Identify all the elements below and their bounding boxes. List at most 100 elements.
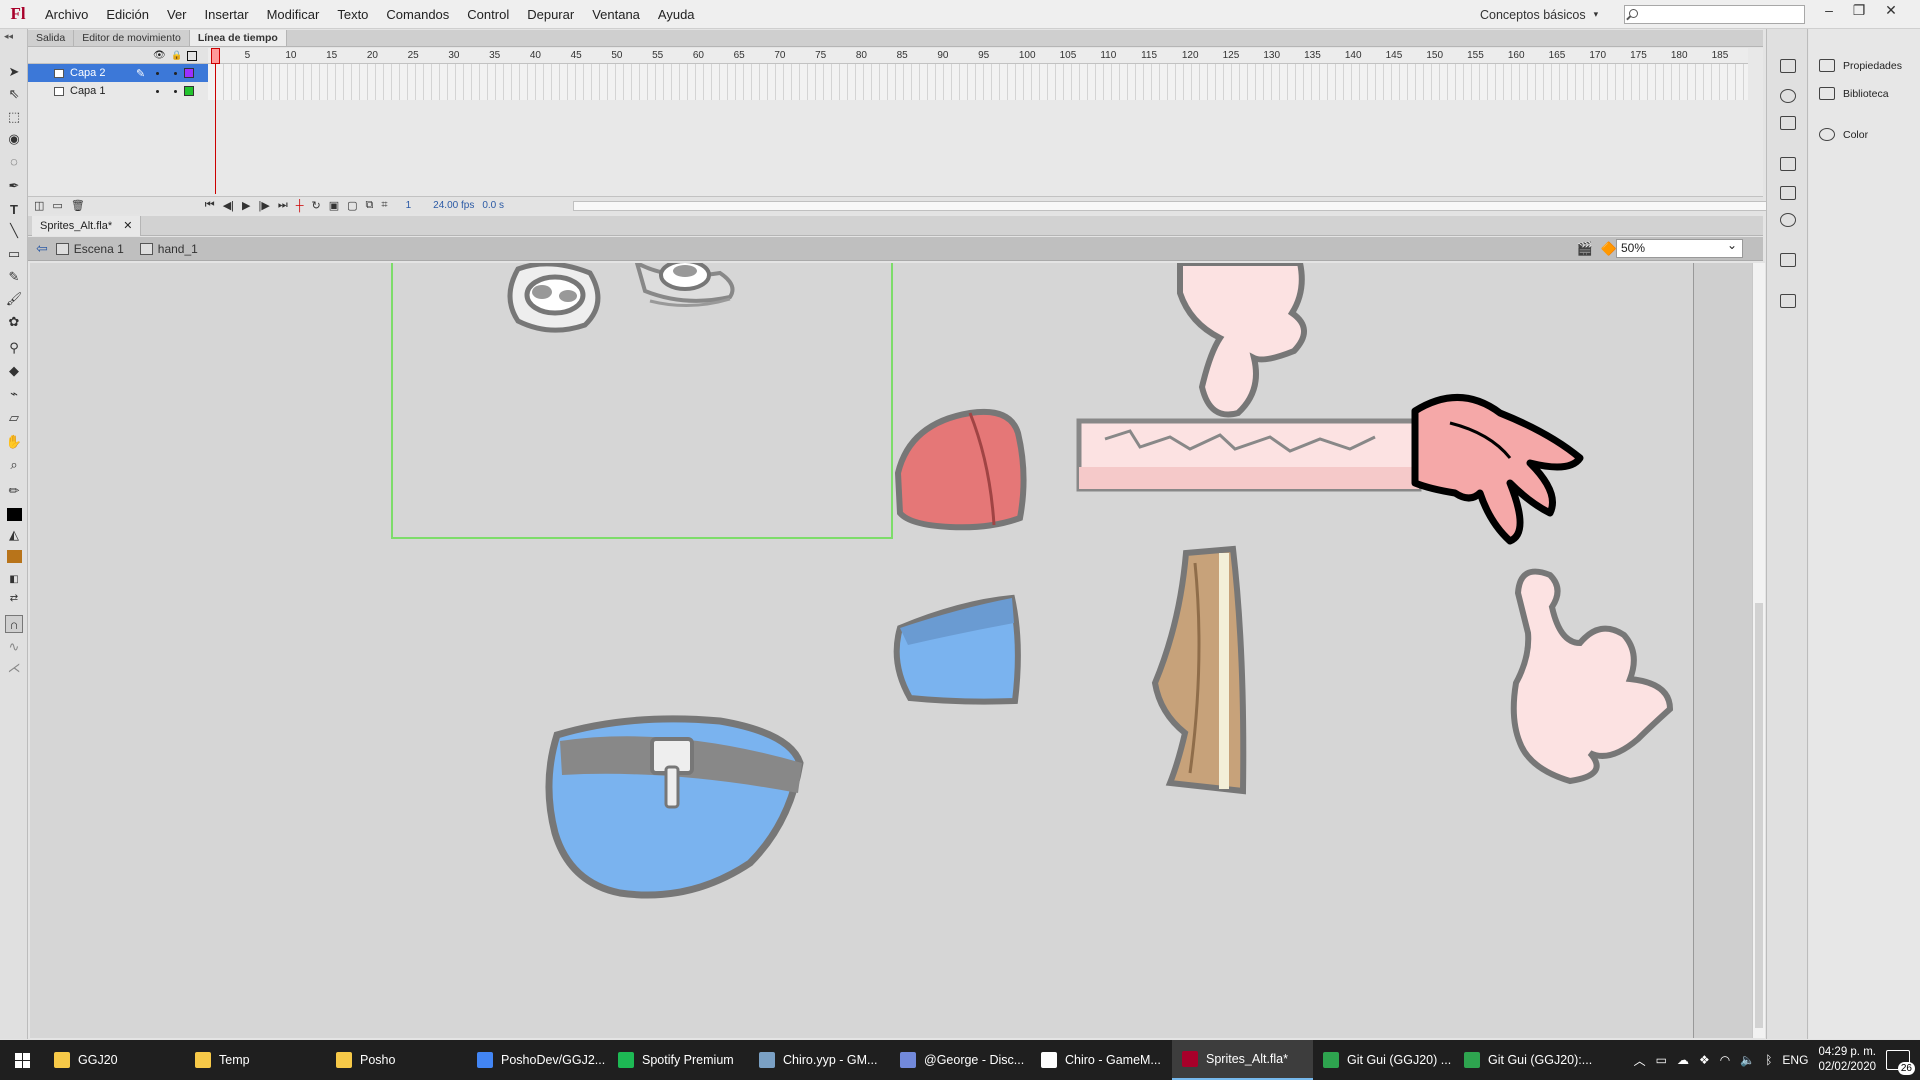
hand-tool-icon[interactable]: ✋ bbox=[5, 433, 23, 451]
color-panel-button[interactable]: Color bbox=[1819, 128, 1868, 141]
menu-7[interactable]: Control bbox=[458, 0, 518, 29]
current-frame[interactable]: 1 bbox=[406, 200, 412, 211]
paint-bucket-icon[interactable]: ◆ bbox=[5, 362, 23, 380]
pencil-icon[interactable]: ✎ bbox=[5, 268, 23, 286]
stage-scrollbar[interactable] bbox=[1752, 263, 1765, 1038]
layer-outline-swatch[interactable] bbox=[184, 86, 194, 96]
collapse-icon[interactable]: ◂◂ bbox=[4, 31, 13, 42]
snap-to-objects-icon[interactable]: ∩ bbox=[5, 615, 23, 633]
menu-3[interactable]: Insertar bbox=[196, 0, 258, 29]
history-icon[interactable] bbox=[1780, 253, 1796, 267]
frame-rate[interactable]: 24.00 fps bbox=[433, 200, 474, 211]
swap-colors-icon[interactable]: ⇄ bbox=[5, 589, 23, 607]
search-input[interactable] bbox=[1624, 5, 1805, 24]
selection-tool-icon[interactable]: ➤ bbox=[5, 63, 23, 81]
taskbar-item[interactable]: Git Gui (GGJ20) ... bbox=[1313, 1040, 1454, 1080]
crumb-symbol[interactable]: hand_1 bbox=[139, 242, 198, 256]
minimize-button[interactable]: – bbox=[1814, 0, 1844, 22]
menu-6[interactable]: Comandos bbox=[377, 0, 458, 29]
onion-skin-icon[interactable]: ▣ bbox=[329, 199, 339, 212]
taskbar-item[interactable]: @George - Disc... bbox=[890, 1040, 1031, 1080]
zoom-tool-icon[interactable]: ⌕ bbox=[5, 456, 23, 474]
code-snippets-icon[interactable] bbox=[1780, 157, 1796, 171]
modify-markers-icon[interactable]: ⌗ bbox=[381, 199, 387, 212]
last-frame-icon[interactable]: ⏭ bbox=[278, 199, 288, 212]
taskbar-item[interactable]: Sprites_Alt.fla* bbox=[1172, 1040, 1313, 1080]
swatches-icon[interactable] bbox=[1780, 294, 1796, 308]
line-tool-icon[interactable]: ╲ bbox=[5, 222, 23, 240]
info-icon[interactable] bbox=[1780, 89, 1796, 103]
outline-icon[interactable] bbox=[187, 51, 197, 61]
layer-outline-swatch[interactable] bbox=[184, 68, 194, 78]
show-hidden-icon[interactable]: ︿ bbox=[1634, 1052, 1646, 1069]
visibility-dot[interactable] bbox=[156, 90, 159, 93]
notifications-button[interactable]: 26 bbox=[1886, 1050, 1915, 1075]
playhead[interactable] bbox=[211, 48, 220, 64]
zoom-select[interactable]: 50% bbox=[1616, 237, 1743, 258]
components-icon[interactable] bbox=[1780, 186, 1796, 200]
align-icon[interactable] bbox=[1780, 59, 1796, 73]
menu-1[interactable]: Edición bbox=[97, 0, 158, 29]
taskbar-item[interactable]: PoshoDev/GGJ2... bbox=[467, 1040, 608, 1080]
smooth-icon[interactable]: ∿ bbox=[5, 638, 23, 656]
layer-row[interactable]: Capa 1 bbox=[28, 82, 208, 100]
menu-4[interactable]: Modificar bbox=[258, 0, 329, 29]
panel-tab-0[interactable]: Salida bbox=[28, 30, 75, 46]
edit-scene-icon[interactable]: 🎬 bbox=[1577, 241, 1593, 257]
menu-9[interactable]: Ventana bbox=[583, 0, 649, 29]
workspace-select[interactable]: Conceptos básicos ▾ bbox=[1480, 5, 1598, 24]
transform-icon[interactable] bbox=[1780, 116, 1796, 130]
restore-button[interactable]: ❐ bbox=[1844, 0, 1874, 22]
bone-tool-icon[interactable]: ⚲ bbox=[5, 339, 23, 357]
lock-dot[interactable] bbox=[174, 90, 177, 93]
taskbar-item[interactable]: GGJ20 bbox=[44, 1040, 185, 1080]
loop-icon[interactable]: ↻ bbox=[312, 199, 321, 212]
dropbox-icon[interactable]: ❖ bbox=[1699, 1053, 1710, 1067]
stroke-swatch[interactable] bbox=[5, 505, 23, 523]
straighten-icon[interactable]: ⋌ bbox=[5, 659, 23, 677]
bluetooth-icon[interactable]: ᛒ bbox=[1765, 1053, 1772, 1067]
default-colors-icon[interactable]: ◧ bbox=[5, 570, 23, 588]
lock-icon[interactable]: 🔒 bbox=[171, 50, 182, 61]
cloud-icon[interactable]: ☁ bbox=[1677, 1053, 1689, 1067]
3d-rotation-icon[interactable]: ◉ bbox=[5, 130, 23, 148]
taskbar-item[interactable]: Chiro.yyp - GM... bbox=[749, 1040, 890, 1080]
motion-presets-icon[interactable] bbox=[1780, 213, 1796, 227]
taskbar-item[interactable]: Posho bbox=[326, 1040, 467, 1080]
crumb-scene[interactable]: Escena 1 bbox=[55, 242, 124, 256]
scroll-thumb[interactable] bbox=[1755, 603, 1763, 1028]
taskbar-item[interactable]: Chiro - GameM... bbox=[1031, 1040, 1172, 1080]
stage-canvas[interactable] bbox=[30, 263, 1693, 1038]
edit-symbols-icon[interactable]: 🔶 bbox=[1601, 241, 1617, 257]
lasso-icon[interactable]: ◌ bbox=[5, 152, 23, 170]
close-button[interactable]: ✕ bbox=[1876, 0, 1906, 22]
properties-panel-button[interactable]: Propiedades bbox=[1819, 59, 1902, 72]
timeline-scrollbar[interactable] bbox=[573, 201, 1781, 211]
rectangle-tool-icon[interactable]: ▭ bbox=[5, 245, 23, 263]
menu-0[interactable]: Archivo bbox=[36, 0, 97, 29]
frame-ruler[interactable]: 1510152025303540455055606570758085909510… bbox=[208, 48, 1748, 64]
wifi-icon[interactable]: ◠ bbox=[1720, 1053, 1730, 1067]
pen-tool-icon[interactable]: ✒ bbox=[5, 177, 23, 195]
eraser-icon[interactable]: ▱ bbox=[5, 409, 23, 427]
frames-grid[interactable] bbox=[208, 64, 1748, 100]
free-transform-icon[interactable]: ⬚ bbox=[5, 108, 23, 126]
visibility-dot[interactable] bbox=[156, 72, 159, 75]
center-frame-icon[interactable]: ┼ bbox=[296, 200, 304, 212]
stroke-color-icon[interactable]: ✏ bbox=[5, 482, 23, 500]
edit-multiple-icon[interactable]: ⧉ bbox=[366, 199, 374, 212]
layer-row[interactable]: Capa 2 ✎ bbox=[28, 64, 208, 82]
next-frame-icon[interactable]: |▶ bbox=[258, 199, 269, 212]
document-tab[interactable]: Sprites_Alt.fla* ✕ bbox=[32, 216, 142, 236]
battery-icon[interactable]: ▭ bbox=[1656, 1053, 1667, 1067]
language-indicator[interactable]: ENG bbox=[1782, 1053, 1808, 1067]
start-button[interactable] bbox=[0, 1040, 44, 1080]
back-arrow-icon[interactable]: ⇦ bbox=[36, 240, 48, 257]
panel-tab-2[interactable]: Línea de tiempo bbox=[189, 30, 287, 46]
brush-icon[interactable]: 🖌 bbox=[5, 290, 23, 308]
close-tab-icon[interactable]: ✕ bbox=[123, 220, 132, 232]
deco-tool-icon[interactable]: ✿ bbox=[5, 313, 23, 331]
lock-dot[interactable] bbox=[174, 72, 177, 75]
panel-tab-1[interactable]: Editor de movimiento bbox=[74, 30, 190, 46]
elapsed-time[interactable]: 0.0 s bbox=[482, 200, 504, 211]
